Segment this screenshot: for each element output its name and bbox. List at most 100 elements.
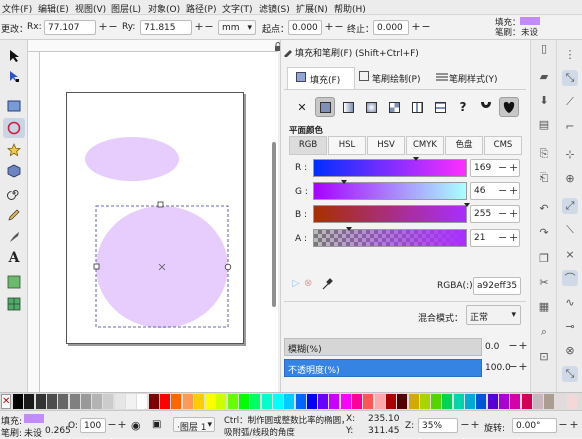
tab-stroke-paint[interactable]: 笔刷绘制(P) [357, 67, 429, 89]
palette-swatch[interactable] [385, 394, 396, 409]
palette-swatch[interactable] [114, 394, 125, 409]
open-folder-icon[interactable]: ▰ [536, 68, 552, 84]
linear-gradient-button[interactable] [338, 97, 358, 117]
a-slider[interactable] [313, 227, 467, 247]
palette-swatch[interactable] [431, 394, 442, 409]
redo-icon[interactable]: ↷ [536, 224, 552, 240]
calligraphy-tool[interactable] [3, 227, 25, 247]
node-tool[interactable] [3, 67, 25, 87]
snap-midpoint-icon[interactable]: ⊸ [562, 318, 578, 334]
palette-swatch[interactable] [397, 394, 408, 409]
rx-decrement-button[interactable]: − [107, 20, 119, 34]
cut-icon[interactable]: ✂ [536, 274, 552, 290]
opacity-bar[interactable]: 不透明度(%) [284, 359, 482, 377]
snap-path-icon[interactable]: ⟍ [562, 222, 578, 238]
a-decrement-button[interactable]: − [498, 231, 507, 244]
end-input[interactable]: 0.000 [373, 20, 409, 35]
palette-swatch[interactable] [272, 394, 283, 409]
mode-tab-hsl[interactable]: HSL [328, 136, 366, 155]
snap-center-icon[interactable]: ⊕ [562, 170, 578, 186]
no-paint-button[interactable]: ✕ [292, 97, 312, 117]
import-icon[interactable]: ⎘ [536, 146, 552, 162]
fill-rule-nonzero-button[interactable] [499, 97, 519, 117]
status-opacity-increment-button[interactable]: + [117, 418, 127, 432]
menu-view[interactable]: 视图(V) [75, 2, 106, 15]
a-input[interactable]: 21 − + [470, 229, 520, 247]
menu-help[interactable]: 帮助(H) [334, 2, 366, 15]
palette-swatch[interactable] [544, 394, 555, 409]
mode-tab-cmyk[interactable]: CMYK [406, 136, 444, 155]
arc-handle[interactable] [224, 263, 232, 271]
palette-swatch[interactable] [442, 394, 453, 409]
opacity-increment-button[interactable]: + [518, 360, 528, 374]
pencil-tool[interactable] [3, 205, 25, 225]
pattern-button[interactable] [407, 97, 427, 117]
ry-input[interactable]: 71.815 [140, 20, 192, 35]
palette-swatch[interactable] [363, 394, 374, 409]
rotation-decrement-button[interactable]: − [558, 418, 568, 432]
palette-swatch[interactable] [487, 394, 498, 409]
palette-swatch[interactable] [408, 394, 419, 409]
rgba-input[interactable]: a92eff35 [473, 277, 521, 295]
zoom-decrement-button[interactable]: − [460, 418, 470, 432]
status-opacity-input[interactable]: 100 [80, 418, 106, 433]
a-slider-knob[interactable] [345, 227, 352, 231]
fill-swatch[interactable] [520, 17, 540, 25]
palette-swatch[interactable] [182, 394, 193, 409]
print-icon[interactable]: ▤ [536, 116, 552, 132]
r-slider[interactable] [313, 157, 467, 177]
palette-swatch[interactable] [250, 394, 261, 409]
menu-extensions[interactable]: 扩展(N) [296, 2, 328, 15]
save-icon[interactable]: ⬇ [536, 92, 552, 108]
zoom-increment-button[interactable]: + [470, 418, 480, 432]
palette-swatch[interactable] [465, 394, 475, 409]
undo-icon[interactable]: ↶ [536, 200, 552, 216]
spiral-tool[interactable] [3, 183, 25, 203]
ellipse-tool[interactable] [3, 118, 25, 138]
gradient-tool[interactable] [3, 272, 25, 292]
lock-layer-icon[interactable]: ▣ [152, 419, 161, 430]
palette-swatch[interactable] [103, 394, 114, 409]
palette-swatch[interactable] [318, 394, 329, 409]
menu-object[interactable]: 对象(O) [148, 2, 180, 15]
b-increment-button[interactable]: + [509, 207, 518, 220]
a-increment-button[interactable]: + [509, 231, 518, 244]
end-decrement-button[interactable]: − [420, 20, 432, 34]
snap-bbox-midpoint-icon[interactable]: ⊹ [562, 146, 578, 162]
menu-layer[interactable]: 图层(L) [111, 2, 141, 15]
snap-toggle-icon[interactable]: ⋮ [562, 46, 578, 62]
vertical-scrollbar[interactable] [272, 142, 276, 307]
palette-swatch[interactable] [171, 394, 182, 409]
palette-swatch[interactable] [295, 394, 306, 409]
palette-swatch[interactable] [159, 394, 170, 409]
palette-swatch[interactable] [374, 394, 385, 409]
palette-swatch[interactable] [69, 394, 80, 409]
g-slider[interactable] [313, 180, 467, 200]
mode-tab-cms[interactable]: CMS [484, 136, 522, 155]
start-decrement-button[interactable]: − [333, 20, 345, 34]
palette-swatch[interactable] [193, 394, 204, 409]
r-increment-button[interactable]: + [509, 161, 518, 174]
palette-swatch[interactable] [227, 394, 238, 409]
palette-swatch[interactable] [566, 394, 577, 409]
eyedropper-icon[interactable] [321, 278, 333, 290]
selector-tool[interactable] [3, 46, 25, 66]
blur-decrement-button[interactable]: − [508, 339, 518, 353]
new-document-icon[interactable]: ▯ [536, 40, 552, 56]
palette-swatch[interactable] [476, 394, 487, 409]
fill-rule-evenodd-button[interactable] [476, 97, 496, 117]
copy-icon[interactable]: ❐ [536, 250, 552, 266]
r-decrement-button[interactable]: − [498, 161, 507, 174]
palette-swatch[interactable] [58, 394, 69, 409]
g-slider-knob[interactable] [341, 180, 347, 184]
palette-swatch[interactable] [13, 394, 23, 409]
menu-text[interactable]: 文字(T) [222, 2, 253, 15]
3d-box-tool[interactable] [3, 161, 25, 181]
r-input[interactable]: 169− + [470, 159, 520, 177]
left-handle[interactable] [93, 263, 100, 270]
palette-swatch[interactable] [329, 394, 340, 409]
export-icon[interactable]: ⎗ [536, 170, 552, 186]
palette-swatch[interactable] [35, 394, 46, 409]
zoom-drawing-icon[interactable]: ⊡ [536, 348, 552, 364]
palette-swatch[interactable] [498, 394, 509, 409]
